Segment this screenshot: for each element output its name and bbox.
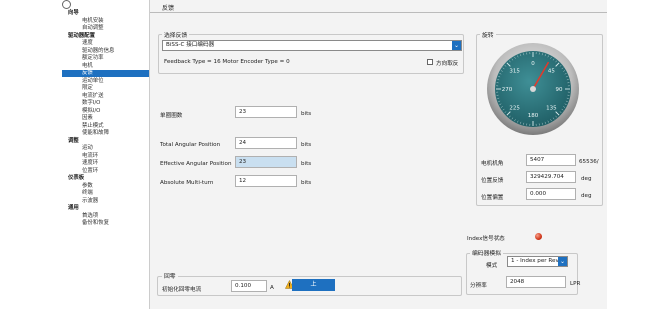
position-offset-unit: deg [581,193,592,199]
gauge-tick-label: 225 [509,105,520,111]
tree-item[interactable]: 运动 [62,145,149,152]
tree-item[interactable]: 备份和恢复 [62,220,149,227]
gauge-tick-label: 180 [528,113,539,119]
zero-current-label: 初始化回零电流 [162,287,202,293]
resolution-label: 分辨率 [470,283,487,289]
tree-item[interactable]: 电流环 [62,153,149,160]
tree-item[interactable]: 电机 [62,63,149,70]
resolution-input[interactable]: 2048 [506,276,566,288]
encoder-sim-title: 编码器模拟 [470,248,503,257]
feedback-info-text: Feedback Type = 16 Motor Encoder Type = … [164,59,290,65]
zero-current-unit: A [270,285,274,291]
effective-angular-unit: bits [301,161,312,167]
index-status-led-icon [535,233,542,240]
rotation-title: 旋转 [480,30,496,39]
absolute-multiturn-input[interactable]: 12 [235,175,297,187]
tree-category[interactable]: 调整 [62,138,149,145]
nav-tree: 向导 电机安装 自动调整 驱动器配置 速度 驱动器的信息 额定功率 电机 反馈 运动单位 限定 电流扩… [62,0,150,309]
single-turn-unit: bits [301,111,312,117]
tree-item[interactable]: 运动单位 [62,78,149,85]
tree-item[interactable]: 参数 [62,183,149,190]
position-offset-input[interactable]: 0.000 [526,188,576,200]
tree-item[interactable]: 额定功率 [62,55,149,62]
motor-angle-input: 5407 [526,154,576,166]
tree-item[interactable]: 因素 [62,115,149,122]
effective-angular-label: Effective Angular Position [160,161,232,167]
gauge-hub [530,86,536,92]
total-angular-label: Total Angular Position [160,142,221,148]
collapse-icon[interactable] [62,0,71,9]
encoder-mode-label: 模式 [486,263,498,269]
tree-item[interactable]: 反馈 [62,70,149,77]
absolute-multiturn-label: Absolute Multi-turn [160,180,214,186]
chevron-down-icon[interactable]: ⌄ [558,257,567,266]
resolution-unit: LPR [570,281,581,287]
gauge-tick-label: 270 [502,87,513,93]
single-turn-label: 单圈圈数 [160,113,183,119]
tree-item[interactable]: 终端 [62,190,149,197]
motor-angle-label: 电机机角 [481,161,504,167]
tree-item[interactable]: 使能和故障 [62,130,149,137]
encoder-mode-select[interactable]: 1 - Index per Rev ⌄ [507,256,568,267]
motor-angle-unit: 65536/ [579,159,599,165]
index-status-label: Index信号状态 [467,236,505,242]
absolute-multiturn-unit: bits [301,180,312,186]
tree-item[interactable]: 自动调整 [62,25,149,32]
feedback-type-value: BiSS-C 接口编码器 [166,42,215,48]
tree-item[interactable]: 限定 [62,85,149,92]
gauge-tick-label: 45 [548,69,555,75]
position-feedback-input: 329429.704 [526,171,576,183]
tree-item[interactable]: 数字I/O [62,100,149,107]
tree-item[interactable]: 示波器 [62,198,149,205]
zero-up-button[interactable]: 上 [292,279,335,291]
zero-current-input[interactable]: 0.100 [231,280,267,292]
position-offset-label: 位置偏置 [481,195,504,201]
tree-item[interactable]: 驱动器的信息 [62,48,149,55]
direction-invert-label: 方向取反 [436,61,459,67]
tree-item[interactable]: 速度 [62,40,149,47]
tree-item[interactable]: 首选项 [62,213,149,220]
tree-category[interactable]: 驱动器配置 [62,33,149,40]
tree-item[interactable]: 电流扩送 [62,93,149,100]
tree-category[interactable]: 仪表板 [62,175,149,182]
gauge-tick-label: 135 [546,105,557,111]
feedback-select-title: 选择反馈 [162,30,190,39]
rotation-gauge: 0 45 90 135 180 225 270 315 [487,43,579,135]
tree-item[interactable]: 电机安装 [62,18,149,25]
tree-item[interactable]: 位置环 [62,168,149,175]
total-angular-input[interactable]: 24 [235,137,297,149]
title-divider [150,12,607,13]
gauge-tick-label: 0 [531,61,535,67]
tree-category[interactable]: 通用 [62,205,149,212]
tree-item[interactable]: 模拟I/O [62,108,149,115]
total-angular-unit: bits [301,142,312,148]
panel-title: 反馈 [162,5,175,12]
tree-item[interactable]: 速度环 [62,160,149,167]
gauge-tick-label: 315 [509,69,520,75]
position-feedback-label: 位置反馈 [481,178,504,184]
feedback-type-select[interactable]: BiSS-C 接口编码器 ⌄ [162,40,462,51]
zero-title: 回零 [162,271,178,280]
encoder-mode-value: 1 - Index per Rev [511,258,559,264]
chevron-down-icon[interactable]: ⌄ [452,41,461,50]
tree-category[interactable]: 向导 [62,10,149,17]
effective-angular-input[interactable]: 23 [235,156,297,168]
single-turn-input[interactable]: 23 [235,106,297,118]
position-feedback-unit: deg [581,176,592,182]
tree-item[interactable]: 禁止模式 [62,123,149,130]
direction-invert-checkbox[interactable] [427,59,433,65]
gauge-tick-label: 90 [556,87,563,93]
